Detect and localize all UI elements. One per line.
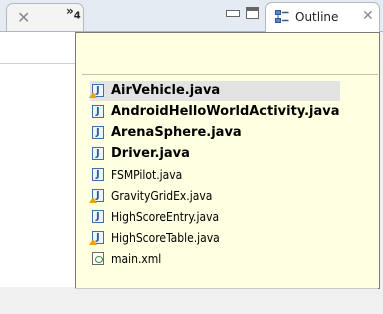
tab-outline[interactable]: Outline ✕	[265, 2, 380, 32]
list-item[interactable]: J AirVehicle.java	[89, 81, 340, 101]
editor-divider	[0, 63, 75, 64]
editor-area	[0, 32, 75, 313]
java-letter-glyph: J	[96, 85, 100, 96]
list-item[interactable]: J Driver.java	[90, 144, 340, 164]
maximize-icon[interactable]	[246, 7, 259, 19]
xml-file-icon	[92, 252, 104, 265]
editor-list: J AirVehicle.java J AndroidHelloWorldActivi…	[89, 81, 340, 270]
java-file-icon: J	[92, 168, 104, 181]
minimize-icon[interactable]	[226, 10, 240, 17]
java-letter-glyph: J	[96, 232, 100, 243]
filter-separator	[82, 74, 378, 75]
list-item[interactable]: J AndroidHelloWorldActivity.java	[90, 102, 340, 122]
java-letter-glyph: J	[96, 127, 100, 138]
status-bar	[75, 288, 378, 314]
java-file-icon: J	[92, 210, 104, 223]
outline-view-icon	[275, 10, 289, 23]
file-name-label: AndroidHelloWorldActivity.java	[111, 104, 340, 119]
java-file-icon: J	[92, 105, 104, 118]
java-letter-glyph: J	[96, 190, 100, 201]
file-name-label: ArenaSphere.java	[111, 125, 242, 140]
java-letter-glyph: J	[96, 211, 100, 222]
java-letter-glyph: J	[96, 169, 100, 180]
hidden-editors-popup: J AirVehicle.java J AndroidHelloWorldActivi…	[75, 32, 380, 289]
editor-tab-strip: ✕ »4 Outline ✕	[0, 0, 383, 32]
chevron-right-icon: »	[66, 4, 74, 18]
file-name-label: Driver.java	[111, 146, 190, 161]
file-name-label: FSMPilot.java	[111, 168, 183, 182]
list-item[interactable]: J HighScoreTable.java	[89, 228, 340, 248]
file-name-label: main.xml	[111, 252, 162, 266]
outline-tab-label: Outline	[295, 10, 339, 24]
java-file-warning-icon: J	[89, 231, 104, 245]
file-name-label: HighScoreEntry.java	[111, 210, 220, 224]
hidden-tab-count: 4	[73, 10, 81, 22]
editor-bottom-bar	[0, 287, 75, 313]
java-file-icon: J	[92, 147, 104, 160]
java-letter-glyph: J	[96, 106, 100, 117]
file-name-label: GravityGridEx.java	[111, 189, 213, 203]
file-name-label: HighScoreTable.java	[111, 231, 220, 245]
java-letter-glyph: J	[96, 148, 100, 159]
java-file-warning-icon: J	[89, 189, 104, 203]
list-item[interactable]: J FSMPilot.java	[90, 165, 340, 185]
list-item[interactable]: J HighScoreEntry.java	[90, 207, 340, 227]
more-tabs-button[interactable]: »4	[66, 4, 81, 21]
list-item[interactable]: main.xml	[90, 249, 340, 269]
list-item[interactable]: J GravityGridEx.java	[89, 186, 340, 206]
close-icon[interactable]: ✕	[362, 8, 374, 24]
close-icon[interactable]: ✕	[17, 8, 30, 27]
java-file-icon: J	[92, 126, 104, 139]
java-file-warning-icon: J	[89, 84, 104, 98]
file-name-label: AirVehicle.java	[111, 83, 221, 98]
list-item[interactable]: J ArenaSphere.java	[90, 123, 340, 143]
